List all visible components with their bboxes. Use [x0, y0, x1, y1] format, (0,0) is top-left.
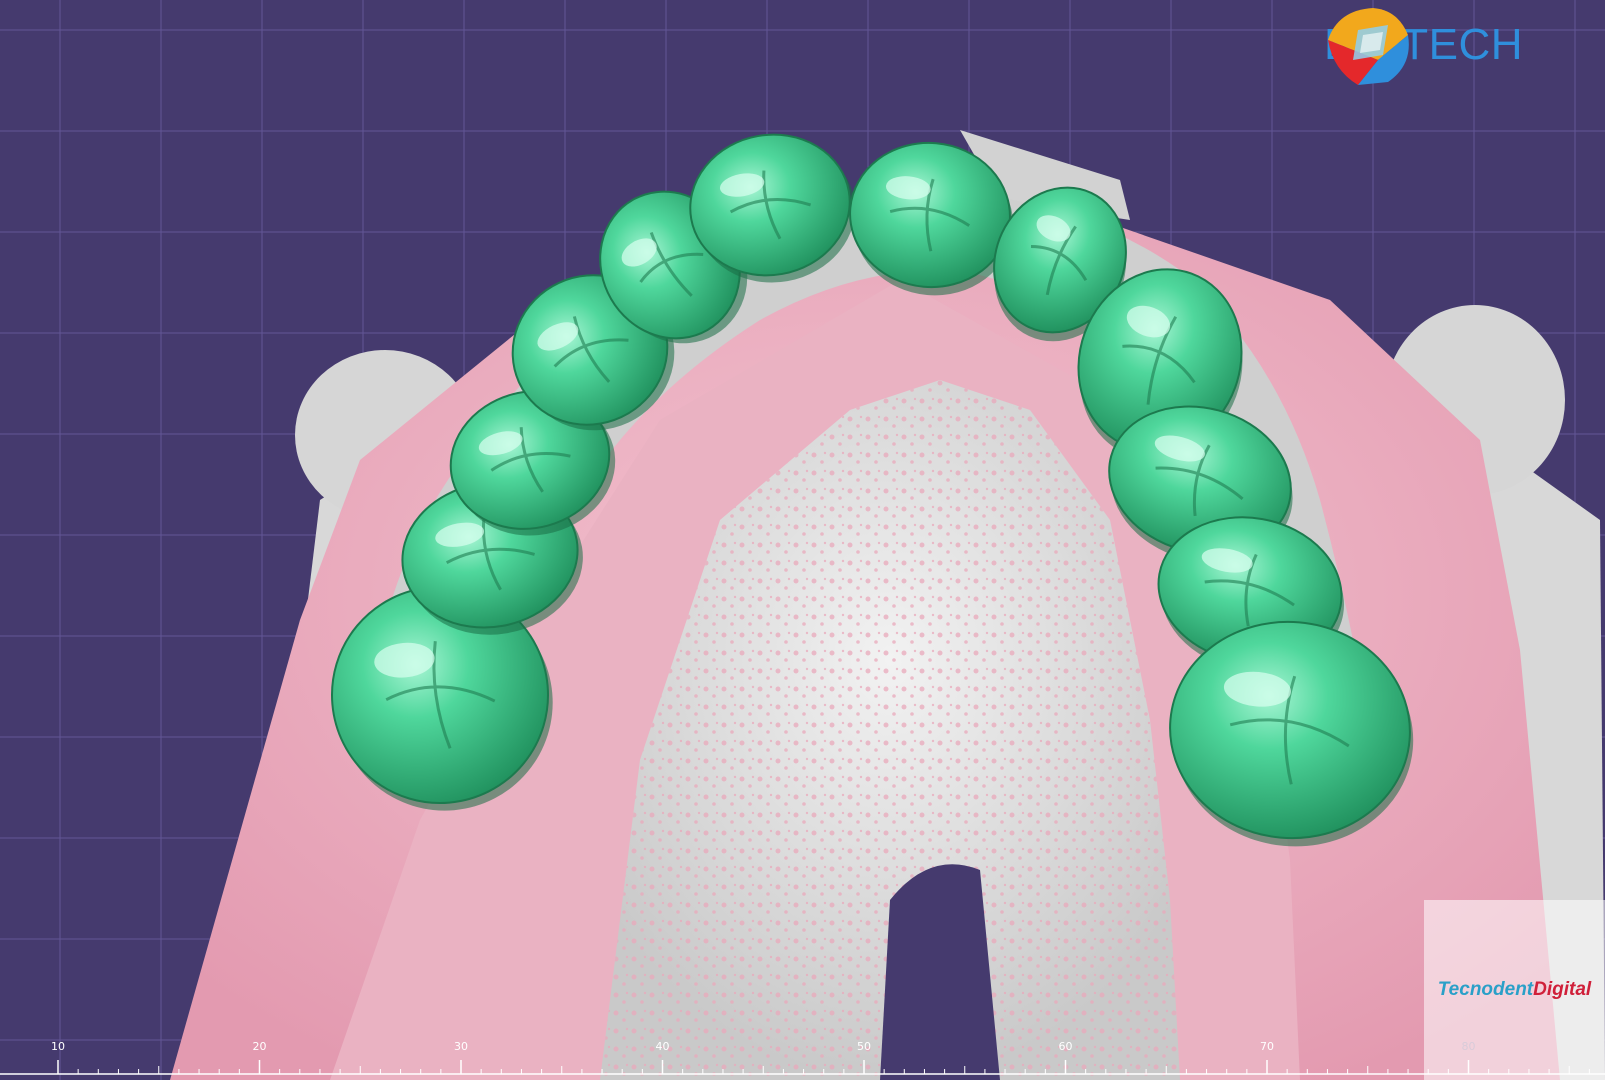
ruler-label: 10 — [51, 1040, 65, 1053]
tecnodent-watermark: TecnodentDigital — [1424, 900, 1605, 1080]
ruler-label: 30 — [454, 1040, 468, 1053]
ruler-label: 50 — [857, 1040, 871, 1053]
watermark-part2: Digital — [1533, 979, 1592, 1000]
ruler-label: 40 — [655, 1040, 670, 1053]
ruler-label: 70 — [1260, 1040, 1274, 1053]
ruler-label: 20 — [252, 1040, 267, 1053]
colorful-cube-logo-icon — [1328, 8, 1409, 85]
brand-logo: BIOTECH — [1318, 0, 1523, 90]
watermark-part1: Tecnodent — [1437, 979, 1534, 1000]
3d-viewport[interactable]: BIOTECH TecnodentDigital 10 20 30 40 50 60 70 8… — [0, 0, 1605, 1080]
dental-model-scene[interactable] — [0, 0, 1605, 1080]
watermark-text: TecnodentDigital — [1438, 979, 1591, 1001]
ruler-label: 60 — [1058, 1040, 1073, 1053]
ruler-label: 80 — [1461, 1040, 1476, 1053]
